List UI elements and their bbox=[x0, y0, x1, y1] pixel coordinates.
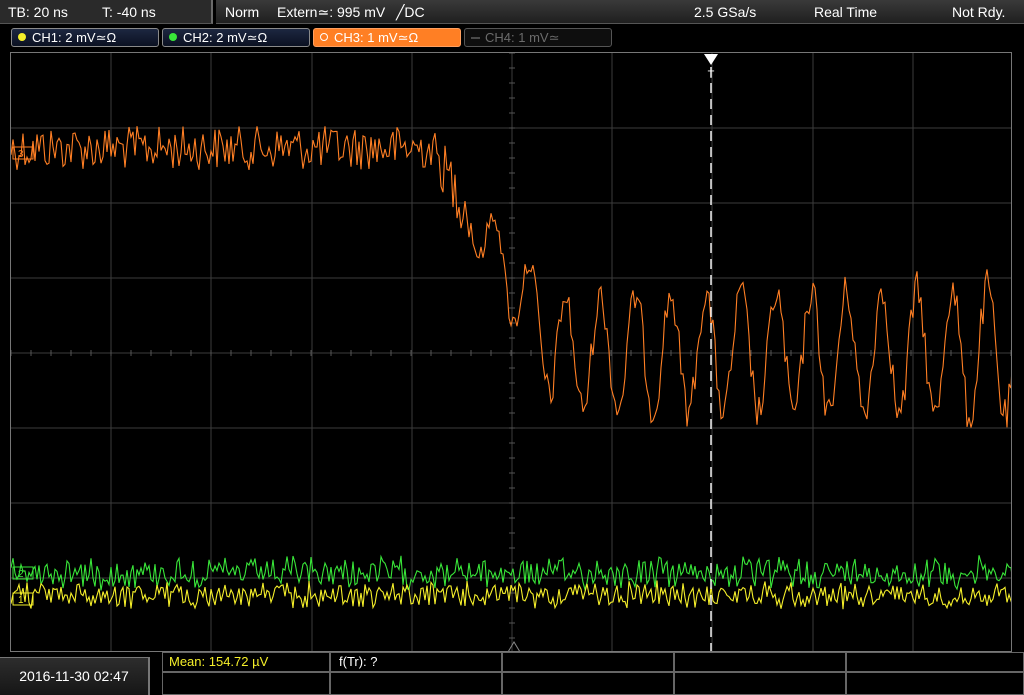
measurement-cell-8[interactable] bbox=[502, 672, 674, 695]
trigger-slope-coupling: ╱DC bbox=[396, 4, 425, 20]
sample-rate: 2.5 GSa/s bbox=[694, 4, 757, 20]
acquisition-status: Not Rdy. bbox=[952, 4, 1006, 20]
channel-tab-ch1[interactable]: CH1: 2 mV≃Ω bbox=[11, 28, 159, 47]
measurement-cell-9[interactable] bbox=[674, 672, 846, 695]
ch2-indicator-icon bbox=[169, 33, 177, 41]
rise-frequency-measurement: f(Tr): ? bbox=[339, 654, 378, 669]
measurement-cell-10[interactable] bbox=[846, 672, 1024, 695]
trigger-time-readout: T: -40 ns bbox=[102, 4, 156, 20]
acquisition-mode: Real Time bbox=[814, 4, 878, 20]
ch1-marker-label: 1 bbox=[18, 595, 24, 606]
measurement-cell-6[interactable] bbox=[162, 672, 330, 695]
timebase-panel[interactable]: TB: 20 ns T: -40 ns bbox=[0, 0, 213, 24]
ch3-indicator-icon bbox=[320, 33, 328, 41]
trigger-marker-icon[interactable] bbox=[704, 54, 718, 65]
waveform-display[interactable]: T 3 2 1 bbox=[10, 52, 1012, 652]
channel-tab-ch2[interactable]: CH2: 2 mV≃Ω bbox=[162, 28, 310, 47]
ch1-indicator-icon bbox=[18, 33, 26, 41]
trigger-source: Extern≃: 995 mV bbox=[277, 4, 386, 20]
measurement-cell-4[interactable] bbox=[674, 652, 846, 672]
timebase-readout: TB: 20 ns bbox=[8, 4, 68, 20]
measurement-panel[interactable]: Mean: 154.72 µV f(Tr): ? bbox=[162, 652, 1024, 695]
center-marker-icon bbox=[508, 641, 520, 651]
trigger-mode: Norm bbox=[225, 4, 260, 20]
ch4-off-icon bbox=[471, 37, 480, 39]
ch2-marker-label: 2 bbox=[18, 569, 24, 580]
channel-tab-ch3[interactable]: CH3: 1 mV≃Ω bbox=[313, 28, 461, 47]
trigger-status-panel[interactable]: Norm Extern≃: 995 mV ╱DC 2.5 GSa/s Real … bbox=[216, 0, 1024, 24]
ch4-label: CH4: 1 mV≃ bbox=[485, 30, 560, 45]
date-time-display: 2016-11-30 02:47 bbox=[0, 657, 150, 695]
ch3-marker-label: 3 bbox=[18, 149, 24, 160]
ch3-label: CH3: 1 mV≃Ω bbox=[334, 30, 419, 45]
trigger-marker-label: T bbox=[708, 69, 715, 81]
waveform-canvas: T 3 2 1 bbox=[11, 53, 1011, 651]
ch1-label: CH1: 2 mV≃Ω bbox=[32, 30, 117, 45]
mean-measurement: Mean: 154.72 µV bbox=[169, 654, 269, 669]
date-time-text: 2016-11-30 02:47 bbox=[19, 668, 129, 684]
measurement-cell-5[interactable] bbox=[846, 652, 1024, 672]
ch2-label: CH2: 2 mV≃Ω bbox=[183, 30, 268, 45]
measurement-cell-3[interactable] bbox=[502, 652, 674, 672]
graticule bbox=[11, 53, 1011, 651]
measurement-cell-7[interactable] bbox=[330, 672, 502, 695]
channel-tab-ch4[interactable]: CH4: 1 mV≃ bbox=[464, 28, 612, 47]
